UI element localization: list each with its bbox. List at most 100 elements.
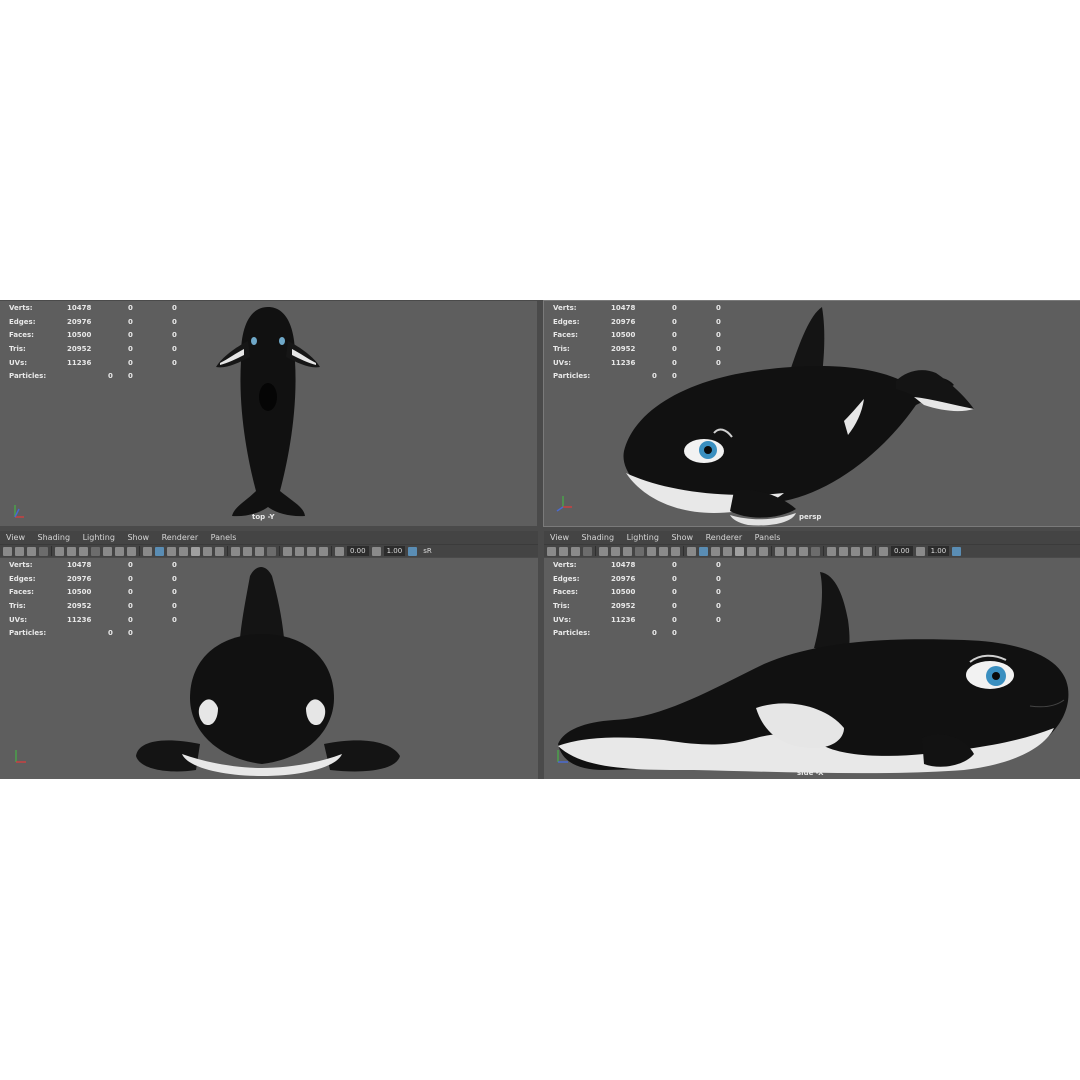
viewport-top[interactable]: Verts: 10478 0 0 Edges: 20976 0 0 Faces: 10500 0…	[0, 301, 537, 526]
viewport-persp[interactable]: Verts: 10478 0 0 Edges: 20976 0 0 Faces: 10500 0…	[543, 300, 1080, 527]
resolution-gate-icon[interactable]	[79, 546, 88, 556]
menu-view[interactable]: View	[550, 531, 569, 544]
axis-gizmo-icon	[15, 750, 26, 763]
default-material-icon[interactable]	[711, 546, 720, 556]
field-chart-icon[interactable]	[103, 546, 112, 556]
safe-title-icon[interactable]	[671, 546, 680, 556]
grid-icon[interactable]	[599, 546, 608, 556]
exposure-icon[interactable]	[335, 546, 344, 556]
gate-mask-icon[interactable]	[91, 546, 100, 556]
textured-icon[interactable]	[735, 546, 744, 556]
isolate-select-icon[interactable]	[827, 546, 836, 556]
viewport-area: Verts: 10478 0 0 Edges: 20976 0 0 Faces: 10500 0…	[0, 300, 1080, 779]
motion-blur-icon[interactable]	[243, 546, 252, 556]
screen-space-ao-icon[interactable]	[231, 546, 240, 556]
viewport-side[interactable]: Verts: 10478 0 0 Edges: 20976 0 0 Faces: 10500 0…	[544, 558, 1080, 779]
anti-aliasing-icon[interactable]	[799, 546, 808, 556]
orca-model-top	[216, 307, 320, 517]
safe-action-icon[interactable]	[115, 546, 124, 556]
gamma-field[interactable]: 1.00	[927, 546, 950, 556]
menu-renderer[interactable]: Renderer	[706, 531, 743, 544]
menu-view[interactable]: View	[6, 531, 25, 544]
resolution-gate-icon[interactable]	[623, 546, 632, 556]
viewport-front[interactable]: Verts: 10478 0 0 Edges: 20976 0 0 Faces: 10500 0…	[0, 558, 538, 779]
wireframe-on-shaded-icon[interactable]	[179, 546, 188, 556]
orca-model-side	[558, 572, 1069, 774]
toolbar-divider	[823, 546, 824, 556]
toolbar-divider	[331, 546, 332, 556]
use-all-lights-icon[interactable]	[747, 546, 756, 556]
motion-blur-icon[interactable]	[787, 546, 796, 556]
orca-model-persp	[623, 307, 974, 526]
menu-lighting[interactable]: Lighting	[627, 531, 659, 544]
depth-of-field-icon[interactable]	[267, 546, 276, 556]
viewport-label-side: side -X	[797, 769, 824, 777]
toolbar-divider	[139, 546, 140, 556]
use-all-lights-icon[interactable]	[203, 546, 212, 556]
wireframe-on-shaded-icon[interactable]	[723, 546, 732, 556]
camera-attributes-icon[interactable]	[15, 546, 24, 556]
color-space-label[interactable]: sR	[420, 546, 435, 556]
bookmark-icon[interactable]	[571, 546, 580, 556]
menu-shading[interactable]: Shading	[582, 531, 615, 544]
menu-panels[interactable]: Panels	[755, 531, 781, 544]
shadows-icon[interactable]	[215, 546, 224, 556]
gate-mask-icon[interactable]	[635, 546, 644, 556]
panel-toolbar-right: 0.00 1.00	[544, 544, 1080, 557]
gamma-icon[interactable]	[371, 546, 381, 556]
panel-menubar-left: View Shading Lighting Show Renderer Pane…	[0, 531, 538, 544]
select-camera-icon[interactable]	[3, 546, 12, 556]
xray-joints-icon[interactable]	[307, 546, 316, 556]
textured-icon[interactable]	[191, 546, 200, 556]
gamma-icon[interactable]	[915, 546, 925, 556]
screen-space-ao-icon[interactable]	[775, 546, 784, 556]
image-plane-icon[interactable]	[39, 546, 48, 556]
field-chart-icon[interactable]	[647, 546, 656, 556]
smooth-shade-icon[interactable]	[155, 546, 164, 556]
xray-icon[interactable]	[295, 546, 304, 556]
isolate-select-icon[interactable]	[283, 546, 292, 556]
menu-show[interactable]: Show	[127, 531, 149, 544]
color-management-icon[interactable]	[952, 546, 962, 556]
color-management-icon[interactable]	[408, 546, 418, 556]
toolbar-divider	[595, 546, 596, 556]
viewport-label-top: top -Y	[252, 513, 275, 521]
grid-icon[interactable]	[55, 546, 64, 556]
default-material-icon[interactable]	[167, 546, 176, 556]
toolbar-divider	[683, 546, 684, 556]
wireframe-icon[interactable]	[687, 546, 696, 556]
film-gate-icon[interactable]	[611, 546, 620, 556]
safe-title-icon[interactable]	[127, 546, 136, 556]
exposure-field[interactable]: 0.00	[891, 546, 913, 556]
menu-show[interactable]: Show	[671, 531, 693, 544]
depth-of-field-icon[interactable]	[811, 546, 820, 556]
menu-shading[interactable]: Shading	[38, 531, 71, 544]
axis-gizmo-icon	[557, 750, 568, 763]
viewport-label-persp: persp	[799, 513, 822, 521]
toolbar-divider	[51, 546, 52, 556]
xray-icon[interactable]	[839, 546, 848, 556]
film-gate-icon[interactable]	[67, 546, 76, 556]
axis-gizmo-icon	[14, 505, 24, 518]
image-plane-icon[interactable]	[583, 546, 592, 556]
menu-renderer[interactable]: Renderer	[162, 531, 199, 544]
xray-joints-icon[interactable]	[851, 546, 860, 556]
wireframe-icon[interactable]	[143, 546, 152, 556]
menu-panels[interactable]: Panels	[211, 531, 237, 544]
select-camera-icon[interactable]	[547, 546, 556, 556]
gamma-field[interactable]: 1.00	[383, 546, 406, 556]
smooth-shade-icon[interactable]	[699, 546, 708, 556]
toolbar-divider	[279, 546, 280, 556]
shadows-icon[interactable]	[759, 546, 768, 556]
bookmark-icon[interactable]	[27, 546, 36, 556]
xray-components-icon[interactable]	[319, 546, 328, 556]
exposure-field[interactable]: 0.00	[347, 546, 369, 556]
xray-components-icon[interactable]	[863, 546, 872, 556]
anti-aliasing-icon[interactable]	[255, 546, 264, 556]
toolbar-divider	[875, 546, 876, 556]
axis-gizmo-icon	[556, 496, 572, 512]
menu-lighting[interactable]: Lighting	[83, 531, 115, 544]
camera-attributes-icon[interactable]	[559, 546, 568, 556]
exposure-icon[interactable]	[879, 546, 888, 556]
safe-action-icon[interactable]	[659, 546, 668, 556]
